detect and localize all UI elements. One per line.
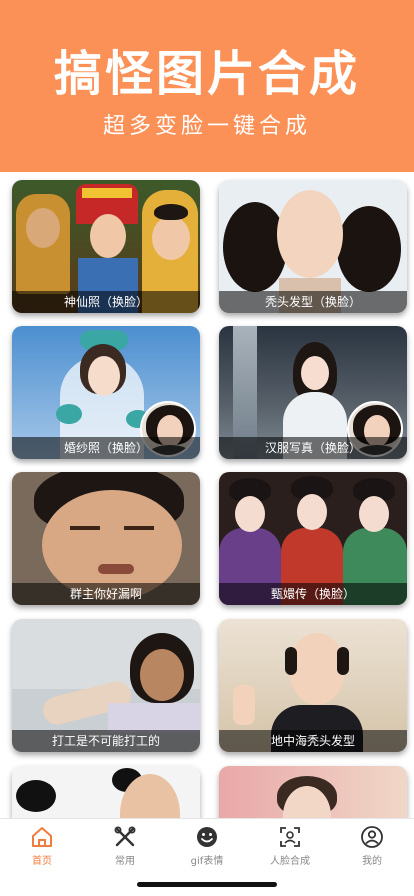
template-card-zhenhuan[interactable]: 甄嬛传（换脸） [219, 472, 407, 605]
template-caption: 汉服写真（换脸） [219, 437, 407, 459]
template-card-meme-host[interactable]: 群主你好漏啊 [12, 472, 200, 605]
tab-label: 我的 [362, 856, 382, 867]
home-icon [32, 827, 52, 847]
tab-label: 首页 [32, 856, 52, 867]
page-title: 搞怪图片合成 [53, 46, 360, 102]
template-card-bald[interactable]: 秃头发型（换脸） [219, 180, 407, 313]
template-caption: 群主你好漏啊 [12, 583, 200, 605]
tab-gif[interactable]: gif表情 [166, 825, 248, 871]
template-caption: 秃头发型（换脸） [219, 291, 407, 313]
template-card-no-work[interactable]: 打工是不可能打工的 [12, 619, 200, 752]
template-caption: 打工是不可能打工的 [12, 730, 200, 752]
template-card-mediterranean[interactable]: 地中海秃头发型 [219, 619, 407, 752]
header-banner: 搞怪图片合成 超多变脸一键合成 [0, 0, 414, 172]
tab-common[interactable]: 常用 [84, 825, 166, 871]
template-photo [12, 766, 200, 818]
tab-face-merge[interactable]: 人脸合成 [249, 825, 331, 871]
page-subtitle: 超多变脸一键合成 [102, 114, 311, 139]
template-card-portrait[interactable] [219, 766, 407, 818]
tab-label: 人脸合成 [270, 856, 310, 867]
template-card-panda[interactable] [12, 766, 200, 818]
tab-label: 常用 [115, 856, 135, 867]
home-indicator [137, 882, 277, 887]
tab-home[interactable]: 首页 [1, 825, 83, 871]
user-icon [361, 826, 383, 848]
template-caption: 甄嬛传（换脸） [219, 583, 407, 605]
tab-label: gif表情 [190, 856, 224, 867]
tab-mine[interactable]: 我的 [331, 825, 413, 871]
template-card-hanfu[interactable]: 汉服写真（换脸） [219, 326, 407, 459]
template-card-immortal[interactable]: 神仙照（换脸） [12, 180, 200, 313]
template-caption: 神仙照（换脸） [12, 291, 200, 313]
face-scan-icon [280, 827, 300, 847]
tools-icon [114, 826, 136, 847]
template-caption: 婚纱照（换脸） [12, 437, 200, 459]
template-card-wedding[interactable]: 婚纱照（换脸） [12, 326, 200, 459]
template-photo [219, 766, 407, 818]
smiley-icon [197, 827, 217, 847]
template-grid[interactable]: 神仙照（换脸） 秃头发型（换脸） 婚纱照（换脸） 汉服写真（换脸） 群主你好漏啊… [0, 172, 414, 818]
template-caption: 地中海秃头发型 [219, 730, 407, 752]
